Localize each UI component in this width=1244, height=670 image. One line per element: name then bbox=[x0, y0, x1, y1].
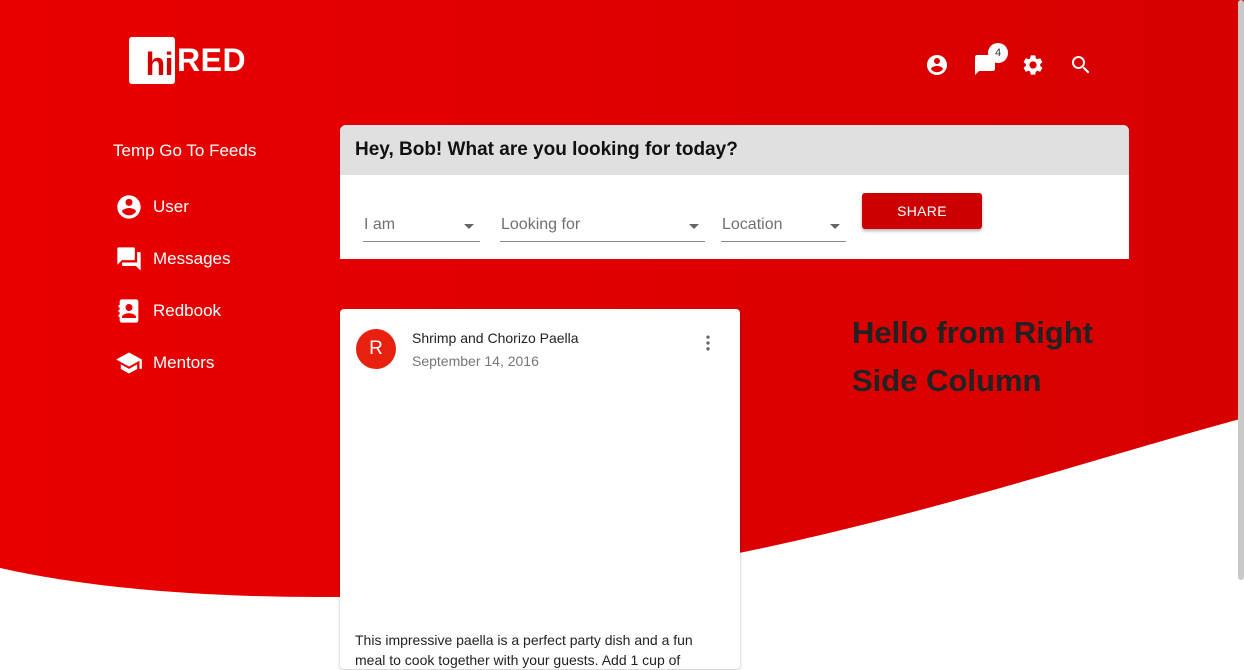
sidebar-item-messages[interactable]: Messages bbox=[113, 243, 313, 275]
more-vert-icon bbox=[706, 335, 710, 351]
settings-icon bbox=[1023, 55, 1043, 75]
sidebar: Temp Go To Feeds User Messages Redbook M… bbox=[113, 141, 313, 399]
select-placeholder: I am bbox=[364, 216, 396, 233]
search-icon bbox=[1072, 56, 1090, 74]
graduation-cap-icon bbox=[113, 347, 145, 379]
sidebar-item-label: Mentors bbox=[153, 353, 215, 372]
select-placeholder: Location bbox=[722, 216, 783, 233]
location-select[interactable]: Location bbox=[721, 213, 846, 242]
dropdown-arrow-icon bbox=[830, 224, 840, 229]
right-column: Hello from Right Side Column bbox=[852, 309, 1129, 449]
share-button[interactable]: SHARE bbox=[862, 193, 982, 229]
logo-box: hi bbox=[129, 36, 175, 84]
dropdown-arrow-icon bbox=[689, 224, 699, 229]
account-circle-icon bbox=[927, 55, 947, 75]
search-button[interactable] bbox=[1068, 52, 1094, 78]
settings-button[interactable] bbox=[1020, 52, 1046, 78]
looking-for-select[interactable]: Looking for bbox=[500, 213, 705, 242]
notification-badge: 4 bbox=[988, 43, 1008, 63]
sidebar-title: Temp Go To Feeds bbox=[113, 141, 257, 160]
dropdown-arrow-icon bbox=[464, 224, 474, 229]
sidebar-item-redbook[interactable]: Redbook bbox=[113, 295, 313, 327]
sidebar-item-user[interactable]: User bbox=[113, 191, 313, 223]
scrollbar[interactable] bbox=[1238, 0, 1244, 580]
account-button[interactable] bbox=[924, 52, 950, 78]
search-card: Hey, Bob! What are you looking for today… bbox=[340, 125, 1129, 259]
hired-logo[interactable]: hi RED bbox=[129, 36, 246, 84]
forum-icon bbox=[113, 243, 145, 275]
logo-text: RED bbox=[177, 41, 247, 78]
sidebar-item-label: Redbook bbox=[153, 301, 222, 320]
header-actions: 4 bbox=[924, 43, 1116, 78]
post-date: September 14, 2016 bbox=[412, 353, 539, 369]
post-card: R Shrimp and Chorizo Paella September 14… bbox=[340, 309, 740, 669]
post-title: Shrimp and Chorizo Paella bbox=[412, 330, 579, 346]
messages-button[interactable]: 4 bbox=[972, 43, 1008, 78]
account-circle-icon bbox=[113, 191, 145, 223]
more-options-button[interactable] bbox=[696, 331, 720, 355]
sidebar-item-label: Messages bbox=[153, 249, 231, 268]
i-am-select[interactable]: I am bbox=[363, 213, 480, 242]
post-body: This impressive paella is a perfect part… bbox=[355, 632, 693, 668]
sidebar-item-label: User bbox=[153, 197, 189, 216]
search-greeting: Hey, Bob! What are you looking for today… bbox=[340, 125, 1129, 175]
sidebar-item-mentors[interactable]: Mentors bbox=[113, 347, 313, 379]
avatar[interactable]: R bbox=[356, 329, 396, 369]
select-placeholder: Looking for bbox=[501, 216, 581, 233]
right-column-heading: Hello from Right Side Column bbox=[852, 315, 1094, 398]
contact-book-icon bbox=[113, 295, 145, 327]
